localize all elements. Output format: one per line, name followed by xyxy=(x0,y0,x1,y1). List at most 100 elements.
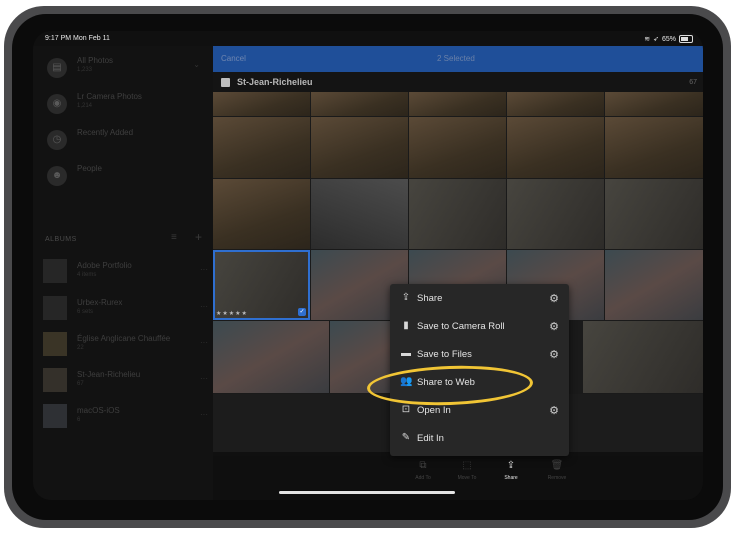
star-rating: ★★★★★ xyxy=(216,311,248,317)
more-icon[interactable]: ··· xyxy=(200,338,208,347)
status-right: ≋ ➶ 65% xyxy=(644,35,693,43)
more-icon[interactable]: ··· xyxy=(200,410,208,419)
album-thumbnail xyxy=(43,404,67,428)
sidebar-item-all-photos[interactable]: ▤ All Photos 1,233 ⌄ xyxy=(43,54,208,84)
share-button[interactable]: ⇪ Share xyxy=(491,460,531,481)
photo-thumbnail[interactable] xyxy=(213,321,329,393)
share-icon: ⇪ xyxy=(401,292,411,303)
checkmark-icon: ✓ xyxy=(298,308,306,316)
photo-thumbnail[interactable] xyxy=(583,321,703,393)
gear-icon[interactable]: ⚙ xyxy=(549,348,559,361)
camera-roll-icon: ▮ xyxy=(403,320,409,331)
sidebar-item-label: People xyxy=(77,164,102,173)
battery-icon xyxy=(679,35,693,43)
camera-icon: ◉ xyxy=(47,94,67,114)
home-indicator xyxy=(279,491,455,494)
add-to-label: Add To xyxy=(415,475,431,481)
sidebar-item-camera-photos[interactable]: ◉ Lr Camera Photos 1,214 xyxy=(43,90,208,120)
menu-item-label: Share xyxy=(417,293,443,304)
photo-thumbnail[interactable] xyxy=(213,117,310,178)
chevron-down-icon[interactable]: ⌄ xyxy=(193,60,200,69)
photos-icon: ▤ xyxy=(47,58,67,78)
cancel-button[interactable]: Cancel xyxy=(221,54,246,63)
photo-thumbnail[interactable] xyxy=(311,179,408,249)
open-in-icon: ⊡ xyxy=(401,404,411,415)
trash-icon: 🗑 xyxy=(550,460,564,471)
wifi-icon: ≋ xyxy=(644,36,651,43)
photo-thumbnail[interactable] xyxy=(507,117,604,178)
album-title: macOS-iOS xyxy=(77,406,120,415)
album-count: 67 xyxy=(77,381,84,387)
folder-icon xyxy=(43,259,67,283)
photo-thumbnail[interactable] xyxy=(311,117,408,178)
sidebar-item-count: 1,214 xyxy=(77,103,93,109)
album-item[interactable]: Adobe Portfolio 4 items ··· xyxy=(43,259,208,291)
menu-item-save-camera-roll[interactable]: ▮ Save to Camera Roll ⚙ xyxy=(390,312,569,340)
sidebar-item-people[interactable]: ☻ People xyxy=(43,162,208,192)
album-count: 6 sets xyxy=(77,309,94,315)
menu-item-save-files[interactable]: ▬ Save to Files ⚙ xyxy=(390,340,569,368)
add-to-icon: ⧉ xyxy=(419,460,427,471)
photo-thumbnail-selected[interactable]: ★★★★★ ✓ xyxy=(213,250,310,320)
add-to-button[interactable]: ⧉ Add To xyxy=(403,460,443,481)
sidebar-item-recently-added[interactable]: ◷ Recently Added xyxy=(43,126,208,156)
remove-label: Remove xyxy=(547,475,567,481)
group-title: St-Jean-Richelieu xyxy=(237,77,313,87)
group-checkbox[interactable] xyxy=(221,78,230,87)
menu-item-label: Open In xyxy=(417,405,451,416)
selection-count: 2 Selected xyxy=(437,54,475,63)
share-label: Share xyxy=(504,475,518,481)
menu-item-share[interactable]: ⇪ Share ⚙ xyxy=(390,284,569,312)
album-title: Adobe Portfolio xyxy=(77,261,132,270)
sort-icon[interactable]: ≡ xyxy=(171,232,177,243)
album-count: 6 xyxy=(77,417,81,423)
album-item[interactable]: St-Jean-Richelieu 67 ··· xyxy=(43,368,208,400)
photo-thumbnail[interactable] xyxy=(507,179,604,249)
sidebar: ▤ All Photos 1,233 ⌄ ◉ Lr Camera Photos … xyxy=(33,46,213,500)
gear-icon[interactable]: ⚙ xyxy=(549,292,559,305)
menu-item-label: Edit In xyxy=(417,433,444,444)
remove-button[interactable]: 🗑 Remove xyxy=(537,460,577,481)
album-item[interactable]: Église Anglicane Chauffée 22 ··· xyxy=(43,332,208,364)
gear-icon[interactable]: ⚙ xyxy=(549,404,559,417)
menu-item-label: Save to Camera Roll xyxy=(417,321,505,332)
sidebar-item-label: Recently Added xyxy=(77,128,134,137)
photo-thumbnail[interactable] xyxy=(213,92,310,116)
album-thumbnail xyxy=(43,332,67,356)
sidebar-item-count: 1,233 xyxy=(77,67,93,73)
photo-thumbnail[interactable] xyxy=(605,179,703,249)
battery-percent: 65% xyxy=(661,35,676,43)
person-icon: ☻ xyxy=(47,166,67,186)
more-icon[interactable]: ··· xyxy=(200,302,208,311)
album-item[interactable]: Urbex-Rurex 6 sets ··· xyxy=(43,296,208,328)
album-thumbnail xyxy=(43,368,67,392)
photo-thumbnail[interactable] xyxy=(213,179,310,249)
photo-thumbnail[interactable] xyxy=(605,92,703,116)
clock-icon: ◷ xyxy=(47,130,67,150)
status-bar: 9:17 PM Mon Feb 11 ≋ ➶ 65% xyxy=(33,31,703,46)
photo-thumbnail[interactable] xyxy=(409,92,506,116)
folder-icon: ▬ xyxy=(401,348,411,359)
photo-thumbnail[interactable] xyxy=(409,179,506,249)
sidebar-item-label: All Photos xyxy=(77,56,114,65)
photo-thumbnail[interactable] xyxy=(605,250,703,320)
photo-thumbnail[interactable] xyxy=(311,92,408,116)
selection-bar: Cancel 2 Selected xyxy=(213,46,703,72)
photo-thumbnail[interactable] xyxy=(605,117,703,178)
more-icon[interactable]: ··· xyxy=(200,265,208,274)
move-to-button[interactable]: ⬚ Move To xyxy=(447,460,487,481)
edit-in-icon: ✎ xyxy=(401,432,411,443)
share-icon: ⇪ xyxy=(506,460,516,471)
more-icon[interactable]: ··· xyxy=(200,374,208,383)
photo-thumbnail[interactable] xyxy=(409,117,506,178)
photo-thumbnail[interactable] xyxy=(507,92,604,116)
add-album-icon[interactable]: + xyxy=(195,230,202,244)
status-time: 9:17 PM Mon Feb 11 xyxy=(45,35,110,42)
album-title: St-Jean-Richelieu xyxy=(77,370,141,379)
move-to-label: Move To xyxy=(457,475,477,481)
menu-item-label: Save to Files xyxy=(417,349,472,360)
menu-item-edit-in[interactable]: ✎ Edit In xyxy=(390,424,569,452)
album-title: Église Anglicane Chauffée xyxy=(77,334,171,343)
album-item[interactable]: macOS-iOS 6 ··· xyxy=(43,404,208,436)
gear-icon[interactable]: ⚙ xyxy=(549,320,559,333)
